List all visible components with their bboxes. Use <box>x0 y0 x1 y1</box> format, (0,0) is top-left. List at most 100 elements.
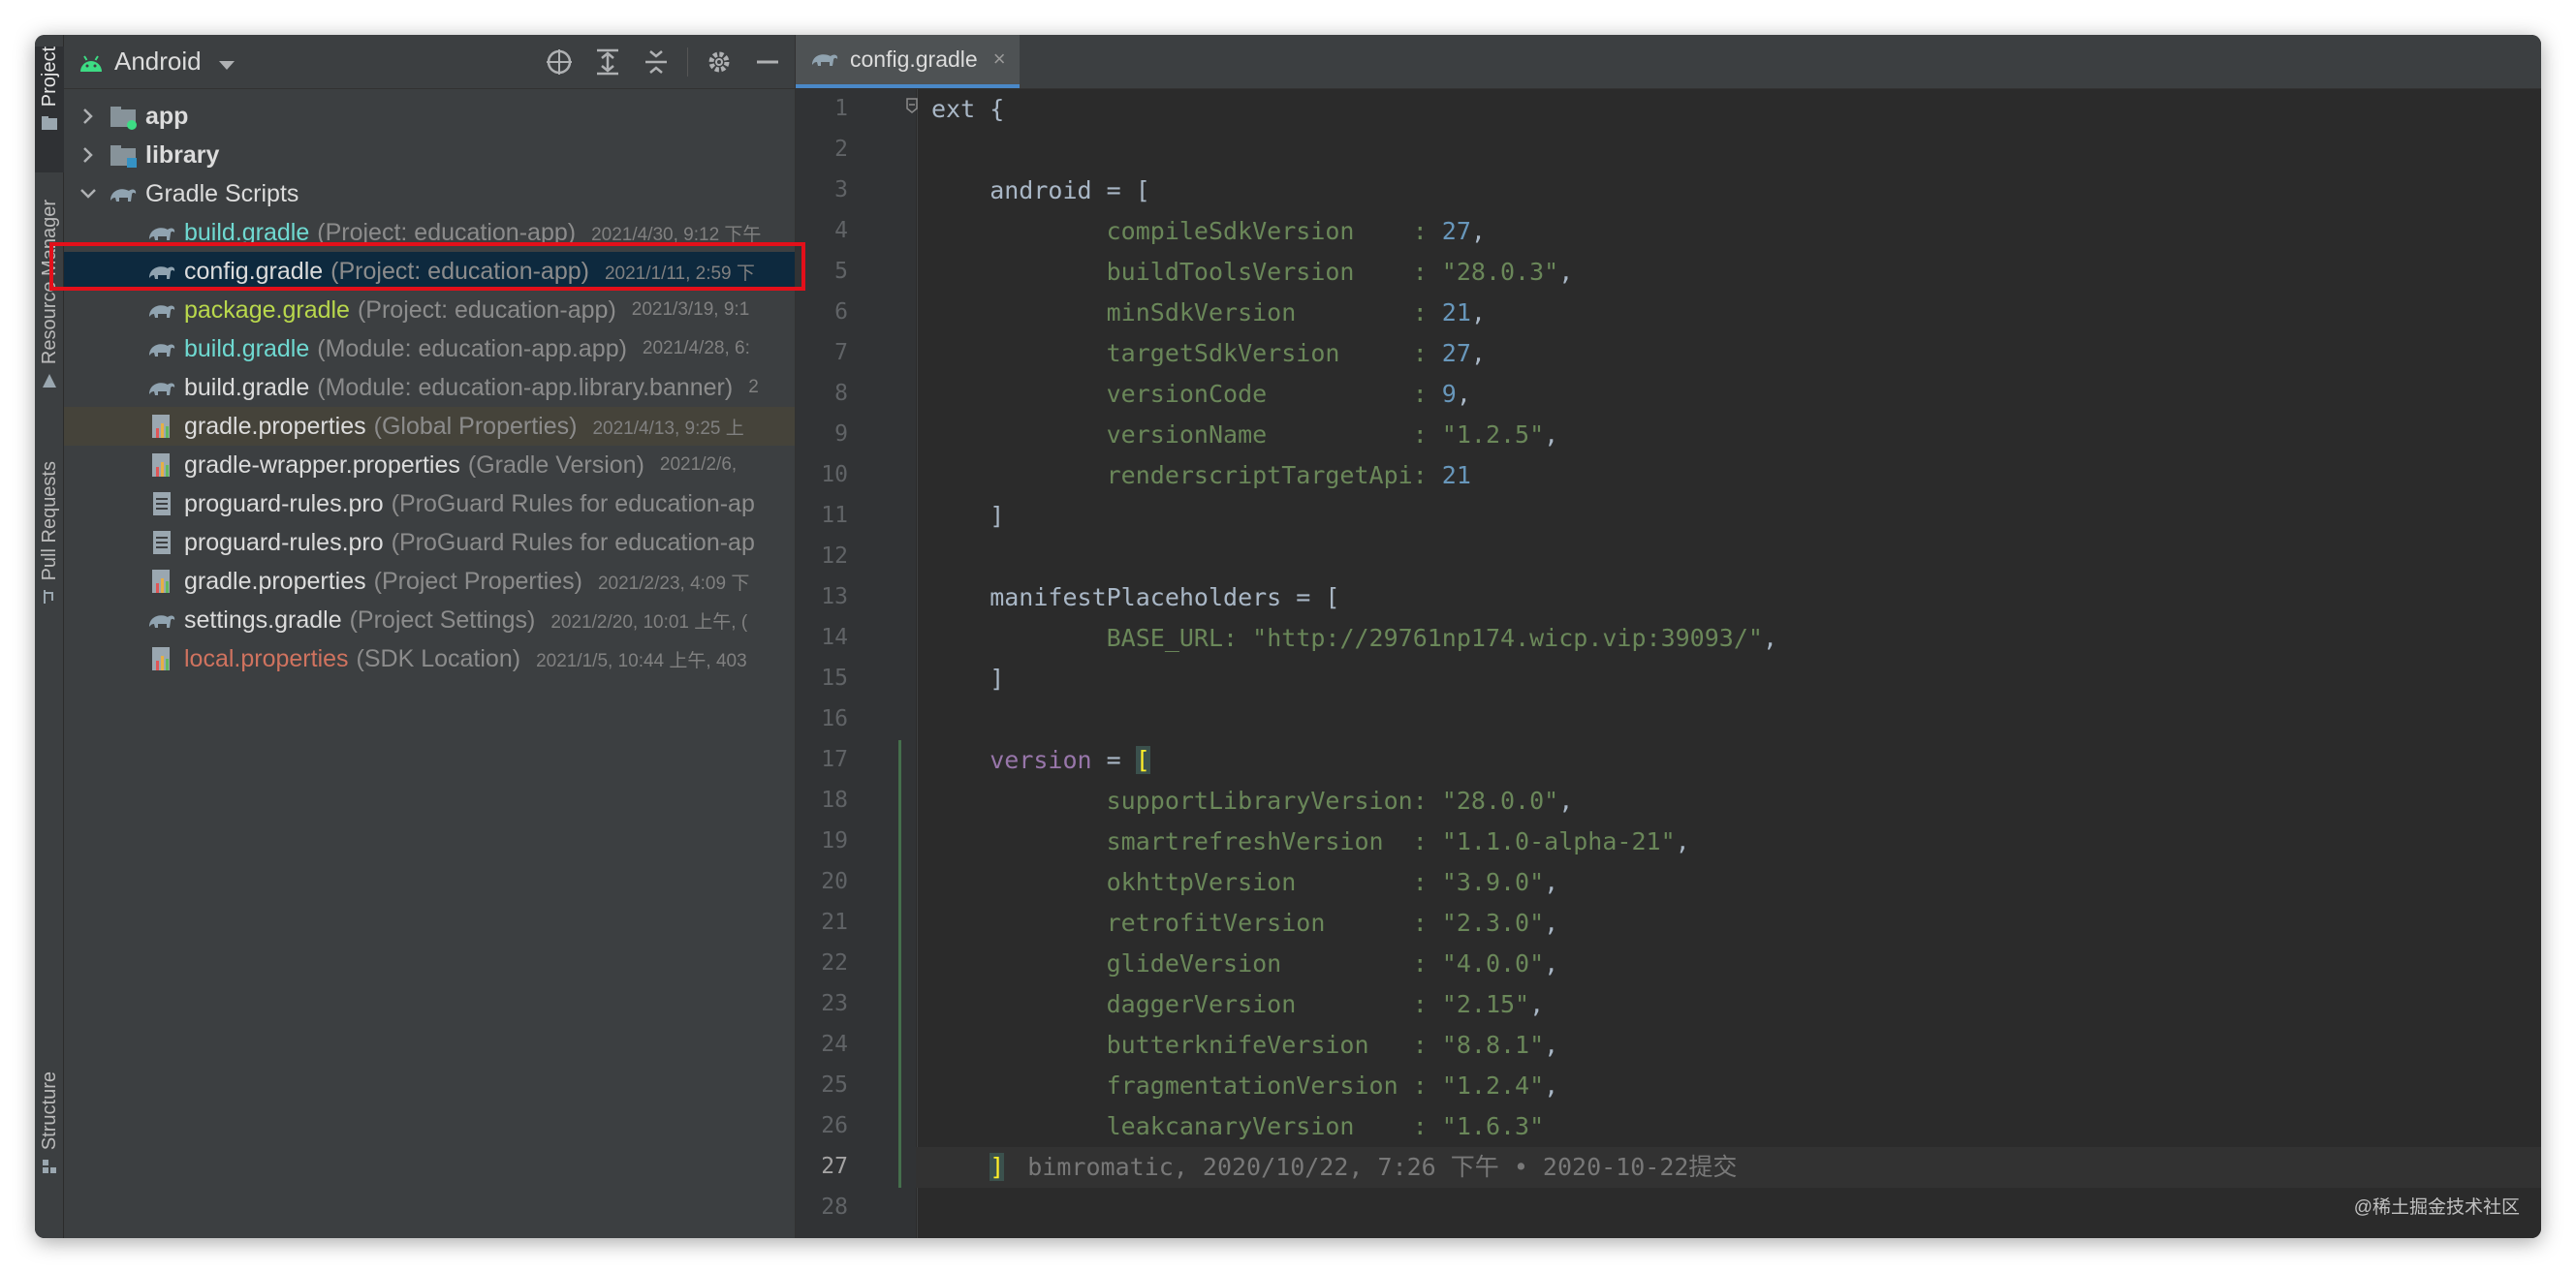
chevron-down-icon[interactable] <box>78 183 99 204</box>
code-token: renderscriptTargetApi: <box>931 461 1442 489</box>
code-line[interactable]: targetSdkVersion : 27, <box>931 333 1486 374</box>
strip-tab-structure[interactable]: Structure <box>35 1071 64 1207</box>
strip-tab-resource-manager[interactable]: Resource Manager <box>35 200 64 451</box>
fold-guide <box>917 89 918 1238</box>
settings-button[interactable] <box>702 43 737 81</box>
code-line[interactable]: fragmentationVersion : "1.2.4", <box>931 1066 1559 1106</box>
strip-tab-label: Project <box>38 47 60 108</box>
tree-item-hint: (ProGuard Rules for education-ap <box>391 528 755 556</box>
line-number: 28 <box>821 1195 848 1220</box>
tree-item-name: gradle-wrapper.properties <box>184 450 460 479</box>
locate-button[interactable] <box>542 43 577 81</box>
code-line[interactable]: android = [ <box>931 171 1150 211</box>
code-token: ] <box>931 502 1005 530</box>
code-token: leakcanaryVersion : <box>931 1112 1442 1140</box>
code-token: okhttpVersion : <box>931 868 1442 896</box>
tree-item[interactable]: settings.gradle (Project Settings) 2021/2/… <box>64 601 795 639</box>
code-token: , <box>1470 217 1486 245</box>
tree-item-date: 2021/2/6, <box>659 454 738 475</box>
tree-item-name: build.gradle <box>184 334 310 362</box>
tree-item-name: package.gradle <box>184 295 350 324</box>
chevron-down-icon[interactable] <box>217 58 236 72</box>
expand-all-button[interactable] <box>590 43 625 81</box>
hide-panel-button[interactable] <box>750 43 785 81</box>
code-line[interactable]: retrofitVersion : "2.3.0", <box>931 903 1559 944</box>
tree-item-hint: (Project: education-app) <box>357 295 616 324</box>
tree-item[interactable]: build.gradle (Module: education-app.app) 2… <box>64 329 795 368</box>
code-line[interactable]: ] <box>931 496 1004 537</box>
code-token: "1.2.4" <box>1441 1071 1545 1100</box>
code-line[interactable]: smartrefreshVersion : "1.1.0-alpha-21", <box>931 822 1690 862</box>
tree-item-hint: (SDK Location) <box>356 644 521 672</box>
strip-tab-pull-requests[interactable]: Pull Requests <box>35 461 64 665</box>
code-area[interactable]: 1 ext {2 3 android = [4 compileSdkVersion … <box>796 89 2541 1238</box>
line-number: 7 <box>834 340 848 365</box>
chevron-right-icon[interactable] <box>78 144 99 166</box>
tree-item[interactable]: proguard-rules.pro (ProGuard Rules for ed… <box>64 523 795 562</box>
tree-item[interactable]: proguard-rules.pro (ProGuard Rules for ed… <box>64 484 795 523</box>
code-line[interactable]: buildToolsVersion : "28.0.3", <box>931 252 1574 293</box>
tree-item[interactable]: local.properties (SDK Location) 2021/1/5, … <box>64 639 795 678</box>
code-line[interactable]: glideVersion : "4.0.0", <box>931 944 1559 984</box>
tree-item[interactable]: gradle.properties (Project Properties) 202… <box>64 562 795 601</box>
code-line[interactable]: ] bimromatic, 2020/10/22, 7:26 下午 • 2020-… <box>931 1147 1737 1188</box>
tab-config-gradle[interactable]: config.gradle × <box>796 35 1020 88</box>
code-line[interactable]: versionCode : 9, <box>931 374 1471 415</box>
collapse-all-icon <box>645 50 667 74</box>
code-line[interactable]: ext { <box>931 89 1004 130</box>
code-line[interactable]: manifestPlaceholders = [ <box>931 577 1339 618</box>
tree-item[interactable]: app <box>64 97 795 136</box>
code-line[interactable]: BASE_URL: "http://29761np174.wicp.vip:39… <box>931 618 1777 659</box>
tree-item[interactable]: Gradle Scripts <box>64 174 795 213</box>
strip-tab-label: Structure <box>38 1071 60 1151</box>
annotation-box <box>49 242 805 291</box>
code-token: ] <box>990 1153 1005 1181</box>
view-selector[interactable]: Android <box>114 47 202 77</box>
code-token: buildToolsVersion : <box>931 258 1442 286</box>
resource-icon <box>43 374 56 388</box>
gradle-icon <box>149 383 175 395</box>
close-icon[interactable]: × <box>993 47 1006 72</box>
panel-toolbar <box>542 43 785 81</box>
tree-item-date: 2021/2/23, 4:09 下 <box>597 573 750 594</box>
line-number: 15 <box>821 666 848 691</box>
code-line[interactable]: daggerVersion : "2.15", <box>931 984 1545 1025</box>
tree-item[interactable]: library <box>64 136 795 174</box>
code-line[interactable]: minSdkVersion : 21, <box>931 293 1486 333</box>
tree-item-hint: (Gradle Version) <box>467 450 644 479</box>
line-number: 10 <box>821 462 848 487</box>
code-line[interactable]: version = [ <box>931 740 1150 781</box>
tree-item[interactable]: gradle-wrapper.properties (Gradle Version… <box>64 446 795 484</box>
tree-item[interactable]: build.gradle (Module: education-app.libra… <box>64 368 795 407</box>
code-line[interactable]: versionName : "1.2.5", <box>931 415 1559 455</box>
line-number: 18 <box>821 788 848 813</box>
collapse-all-button[interactable] <box>639 43 674 81</box>
tree-item[interactable]: package.gradle (Project: education-app) 20… <box>64 291 795 329</box>
code-token: , <box>1470 298 1486 326</box>
strip-tab-project[interactable]: Project <box>35 47 64 172</box>
code-token: , <box>1544 1031 1559 1059</box>
code-line[interactable]: compileSdkVersion : 27, <box>931 211 1486 252</box>
code-line[interactable]: ] <box>931 659 1004 699</box>
code-token: android = [ <box>931 176 1150 204</box>
code-line[interactable]: butterknifeVersion : "8.8.1", <box>931 1025 1559 1066</box>
code-line[interactable]: okhttpVersion : "3.9.0", <box>931 862 1559 903</box>
properties-icon <box>152 647 170 670</box>
fold-marker-icon[interactable] <box>905 97 919 114</box>
properties-icon <box>152 453 170 477</box>
code-line[interactable]: supportLibraryVersion: "28.0.0", <box>931 781 1574 822</box>
code-token: "3.9.0" <box>1441 868 1545 896</box>
chevron-right-icon[interactable] <box>78 106 99 127</box>
code-line[interactable]: leakcanaryVersion : "1.6.3" <box>931 1106 1545 1147</box>
tree-item[interactable]: gradle.properties (Global Properties) 2021… <box>64 407 795 446</box>
code-token: supportLibraryVersion: <box>931 787 1442 815</box>
code-line[interactable]: renderscriptTargetApi: 21 <box>931 455 1471 496</box>
tree-item-name: local.properties <box>184 644 349 672</box>
gradle-icon <box>149 344 175 357</box>
code-token: "2.15" <box>1441 990 1530 1018</box>
gradle-icon <box>812 54 838 66</box>
vcs-change-marker[interactable] <box>898 740 901 1188</box>
editor-tabs: config.gradle × <box>796 35 2541 89</box>
folder-icon <box>42 116 57 131</box>
